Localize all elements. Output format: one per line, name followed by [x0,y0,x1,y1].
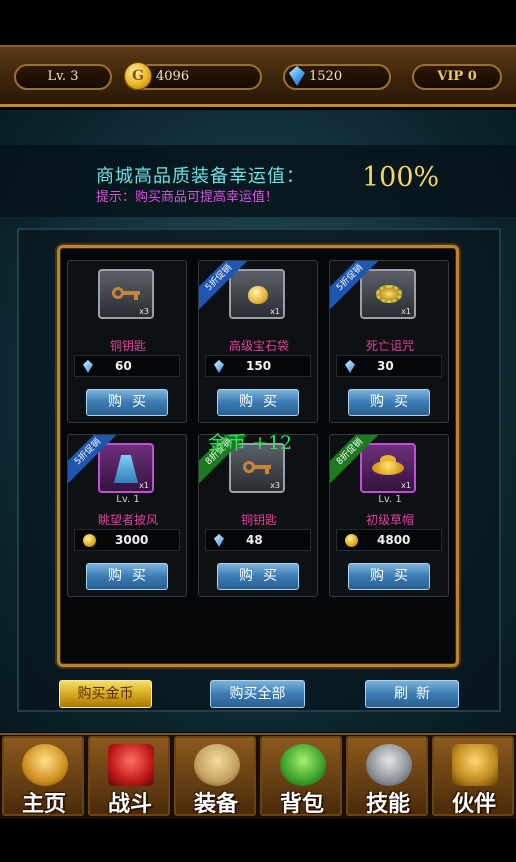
partner-card-icon [452,744,498,786]
buy-button[interactable]: 购买 [86,563,168,590]
nav-label: 技能 [365,792,410,816]
buy-button[interactable]: 购买 [348,563,430,590]
buy-button[interactable]: 购买 [217,389,299,416]
item-name: 高级宝石袋 [228,339,289,353]
item-name: 铜钥匙 [240,513,277,527]
price-value: 3000 [115,533,149,547]
refresh-button[interactable]: 刷新 [365,680,459,708]
gold-balance: G 4096 [124,62,262,90]
item-price: 48 [205,529,311,551]
item-level: Lv. 1 [378,494,402,505]
gem-balance: 1520 [283,64,391,90]
item-quantity: x1 [401,481,411,490]
luck-hint: 提示：购买商品可提高幸运值！ [96,190,279,205]
item-icon-frame[interactable]: x1 [229,269,285,319]
backpack-icon [280,744,326,786]
gem-icon [214,534,224,547]
nav-tab-backpack[interactable]: 背包 [260,736,342,816]
buy-button[interactable]: 购买 [348,389,430,416]
price-value: 48 [246,533,263,547]
shop-item-card[interactable]: x1 Lv. 1 眺望者披风 3000 购买 5折促销 [67,434,187,597]
item-name: 初级草帽 [365,513,414,527]
buy-button[interactable]: 购买 [86,389,168,416]
nav-tab-hammer-skill[interactable]: 技能 [346,736,428,816]
price-value: 150 [246,359,272,373]
gem-icon [214,360,224,373]
price-value: 4800 [377,533,411,547]
gold-coin-icon: G [124,62,152,90]
shop-item-card[interactable]: x1 高级宝石袋 150 购买 5折促销 [198,260,318,423]
price-value: 30 [377,359,394,373]
gold-coin-icon [345,534,358,547]
vip-button[interactable]: VIP 0 [412,64,502,90]
pirate-flag-icon [108,744,154,786]
gold-gain-popup: 金币 +12 [208,432,293,454]
nav-label: 主页 [21,792,66,816]
gem-icon [289,66,305,86]
straw-hat-skull-icon [22,744,68,786]
item-price: 150 [205,355,311,377]
item-quantity: x1 [270,307,280,316]
item-icon-frame[interactable]: x1 [360,269,416,319]
nav-tab-pirate-flag[interactable]: 战斗 [88,736,170,816]
gem-icon [83,360,93,373]
gem-bag-art [248,286,268,304]
gem-icon [345,360,355,373]
shop-item-card[interactable]: x3 铜钥匙 48 购买 8折促销 [198,434,318,597]
buy-all-button[interactable]: 购买全部 [210,680,305,708]
luck-title: 商城高品质装备幸运值： [96,166,305,187]
item-icon-frame[interactable]: x3 [98,269,154,319]
nav-label: 战斗 [107,792,152,816]
item-quantity: x3 [139,307,149,316]
cursed-necklace-art [376,285,402,303]
nav-label: 装备 [193,792,238,816]
player-level: Lv. 3 [14,64,112,90]
shop-item-card[interactable]: x3 铜钥匙 60 购买 [67,260,187,423]
item-price: 30 [336,355,442,377]
key-art [112,287,140,300]
hammer-skill-icon [366,744,412,786]
item-quantity: x3 [270,481,280,490]
nav-label: 伙伴 [451,792,496,816]
item-name: 死亡诅咒 [365,339,414,353]
item-price: 3000 [74,529,180,551]
item-icon-frame[interactable]: x1 [360,443,416,493]
top-status-bar: Lv. 3 G 4096 1520 VIP 0 [0,45,516,107]
luck-value: 100% [362,162,440,193]
gold-amount: 4096 [156,69,190,84]
buy-button[interactable]: 购买 [217,563,299,590]
item-quantity: x1 [139,481,149,490]
game-screen: Lv. 3 G 4096 1520 VIP 0 商城高品质装备幸运值： 提示：购… [0,0,516,862]
item-price: 60 [74,355,180,377]
item-price: 4800 [336,529,442,551]
buy-gold-button[interactable]: 购买金币 [59,680,152,708]
gold-coin-icon [83,534,96,547]
shop-item-card[interactable]: x1 Lv. 1 初级草帽 4800 购买 8折促销 [329,434,449,597]
key-art [243,461,271,474]
equipment-icon [194,744,240,786]
gem-amount: 1520 [309,69,343,84]
shop-item-card[interactable]: x1 死亡诅咒 30 购买 5折促销 [329,260,449,423]
nav-tab-straw-hat-skull[interactable]: 主页 [2,736,84,816]
item-quantity: x1 [401,307,411,316]
price-value: 60 [115,359,132,373]
item-name: 眺望者披风 [97,513,158,527]
cloak-art [114,455,138,483]
item-icon-frame[interactable]: x1 [98,443,154,493]
item-name: 铜钥匙 [109,339,146,353]
item-level: Lv. 1 [116,494,140,505]
nav-tab-partner-card[interactable]: 伙伴 [432,736,514,816]
nav-tab-equipment[interactable]: 装备 [174,736,256,816]
straw-hat-art [372,461,404,475]
nav-label: 背包 [279,792,324,816]
